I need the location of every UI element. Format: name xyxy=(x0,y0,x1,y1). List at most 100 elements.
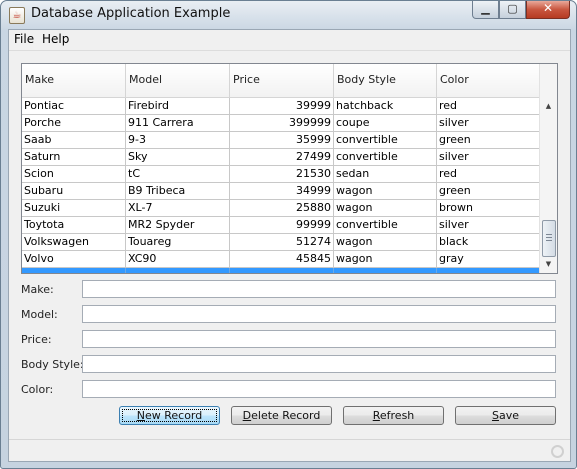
cell-body-style[interactable]: hatchback xyxy=(334,98,437,114)
save-button[interactable]: Save xyxy=(455,406,556,425)
cell-body-style[interactable]: convertible xyxy=(334,132,437,148)
menu-help[interactable]: Help xyxy=(40,32,71,46)
model-field[interactable] xyxy=(82,305,556,323)
minimize-icon: ▁ xyxy=(481,2,490,15)
table-row[interactable]: Suzuki XL-7 25880 wagon brown xyxy=(22,200,540,217)
java-app-icon[interactable]: ☕ xyxy=(9,7,25,24)
cell-price[interactable]: 21530 xyxy=(230,166,334,182)
price-field[interactable] xyxy=(82,330,556,348)
maximize-icon: ▢ xyxy=(507,2,518,15)
cell-make[interactable]: Saturn xyxy=(22,149,126,165)
cell-model[interactable]: Firebird xyxy=(126,98,230,114)
table-row[interactable]: Pontiac Firebird 39999 hatchback red xyxy=(22,98,540,115)
cars-table[interactable]: Make Model Price Body Style Color Pontia… xyxy=(21,63,558,274)
cell-color[interactable]: silver xyxy=(437,149,540,165)
cell-color[interactable]: silver xyxy=(437,115,540,131)
cell-color[interactable]: red xyxy=(437,98,540,114)
cell-price[interactable]: 399999 xyxy=(230,115,334,131)
cell-price[interactable]: 34999 xyxy=(230,183,334,199)
cell-model[interactable]: MR2 Spyder xyxy=(126,217,230,233)
table-scrollbar[interactable]: ▲ ▼ xyxy=(539,64,557,273)
refresh-button[interactable]: Refresh xyxy=(343,406,444,425)
window-title: Database Application Example xyxy=(31,6,231,21)
cell-model[interactable]: tC xyxy=(126,166,230,182)
table-row[interactable]: Scion tC 21530 sedan red xyxy=(22,166,540,183)
cell-model[interactable]: Sky xyxy=(126,149,230,165)
menu-bar: File Help xyxy=(9,30,570,51)
table-header: Make Model Price Body Style Color xyxy=(22,64,540,98)
table-row[interactable]: Volkswagen Touareg 51274 wagon black xyxy=(22,234,540,251)
cell-make[interactable]: Toytota xyxy=(22,217,126,233)
column-header-body-style[interactable]: Body Style xyxy=(334,64,437,97)
table-row[interactable]: Subaru B9 Tribeca 34999 wagon green xyxy=(22,183,540,200)
cell-model[interactable]: 911 Carrera xyxy=(126,115,230,131)
cell-color[interactable]: silver xyxy=(437,217,540,233)
table-row[interactable] xyxy=(22,268,540,273)
table-body: Pontiac Firebird 39999 hatchback red Porche 91… xyxy=(22,98,540,273)
cell-make[interactable]: Suzuki xyxy=(22,200,126,216)
make-field[interactable] xyxy=(82,280,556,298)
cell-body-style[interactable]: wagon xyxy=(334,251,437,267)
cell-price[interactable]: 99999 xyxy=(230,217,334,233)
cell-body-style[interactable]: convertible xyxy=(334,149,437,165)
cell-model[interactable]: Touareg xyxy=(126,234,230,250)
cell-body-style[interactable]: convertible xyxy=(334,217,437,233)
cell-color[interactable]: green xyxy=(437,183,540,199)
delete-record-button[interactable]: Delete Record xyxy=(231,406,332,425)
cell-color[interactable]: black xyxy=(437,234,540,250)
cell-color[interactable]: gray xyxy=(437,251,540,267)
scroll-up-arrow-icon[interactable]: ▲ xyxy=(540,98,557,115)
resize-grip-icon[interactable] xyxy=(551,445,564,458)
cell-body-style[interactable]: wagon xyxy=(334,183,437,199)
cell-model[interactable]: 9-3 xyxy=(126,132,230,148)
cell-body-style[interactable]: wagon xyxy=(334,200,437,216)
table-row[interactable]: Saab 9-3 35999 convertible green xyxy=(22,132,540,149)
new-record-button[interactable]: New Record xyxy=(119,406,220,425)
cell-model[interactable] xyxy=(126,268,230,273)
minimize-button[interactable]: ▁ xyxy=(472,1,499,19)
cell-model[interactable]: XC90 xyxy=(126,251,230,267)
title-bar[interactable]: ☕ Database Application Example ▁ ▢ ✕ xyxy=(1,1,576,29)
table-row[interactable]: Toytota MR2 Spyder 99999 convertible silver xyxy=(22,217,540,234)
cell-body-style[interactable] xyxy=(334,268,437,273)
maximize-button[interactable]: ▢ xyxy=(499,1,526,19)
cell-make[interactable]: Volkswagen xyxy=(22,234,126,250)
column-header-make[interactable]: Make xyxy=(22,64,126,97)
cell-make[interactable]: Porche xyxy=(22,115,126,131)
cell-color[interactable] xyxy=(437,268,540,273)
close-button[interactable]: ✕ xyxy=(526,1,570,19)
cell-body-style[interactable]: coupe xyxy=(334,115,437,131)
cell-color[interactable]: red xyxy=(437,166,540,182)
table-row[interactable]: Porche 911 Carrera 399999 coupe silver xyxy=(22,115,540,132)
table-row[interactable]: Volvo XC90 45845 wagon gray xyxy=(22,251,540,268)
column-header-color[interactable]: Color xyxy=(437,64,540,97)
cell-price[interactable]: 39999 xyxy=(230,98,334,114)
cell-make[interactable] xyxy=(22,268,126,273)
scroll-down-arrow-icon[interactable]: ▼ xyxy=(540,256,557,273)
cell-make[interactable]: Volvo xyxy=(22,251,126,267)
make-label: Make: xyxy=(21,283,54,296)
cell-body-style[interactable]: sedan xyxy=(334,166,437,182)
cell-model[interactable]: B9 Tribeca xyxy=(126,183,230,199)
cell-make[interactable]: Scion xyxy=(22,166,126,182)
cell-price[interactable] xyxy=(230,268,334,273)
cell-body-style[interactable]: wagon xyxy=(334,234,437,250)
cell-price[interactable]: 35999 xyxy=(230,132,334,148)
body-style-field[interactable] xyxy=(82,355,556,373)
cell-make[interactable]: Saab xyxy=(22,132,126,148)
cell-price[interactable]: 27499 xyxy=(230,149,334,165)
cell-color[interactable]: green xyxy=(437,132,540,148)
color-field[interactable] xyxy=(82,380,556,398)
cell-price[interactable]: 45845 xyxy=(230,251,334,267)
cell-model[interactable]: XL-7 xyxy=(126,200,230,216)
cell-make[interactable]: Subaru xyxy=(22,183,126,199)
cell-make[interactable]: Pontiac xyxy=(22,98,126,114)
cell-price[interactable]: 25880 xyxy=(230,200,334,216)
column-header-model[interactable]: Model xyxy=(126,64,230,97)
menu-file[interactable]: File xyxy=(12,32,36,46)
table-row[interactable]: Saturn Sky 27499 convertible silver xyxy=(22,149,540,166)
column-header-price[interactable]: Price xyxy=(230,64,334,97)
scroll-thumb[interactable] xyxy=(542,220,556,257)
cell-price[interactable]: 51274 xyxy=(230,234,334,250)
cell-color[interactable]: brown xyxy=(437,200,540,216)
